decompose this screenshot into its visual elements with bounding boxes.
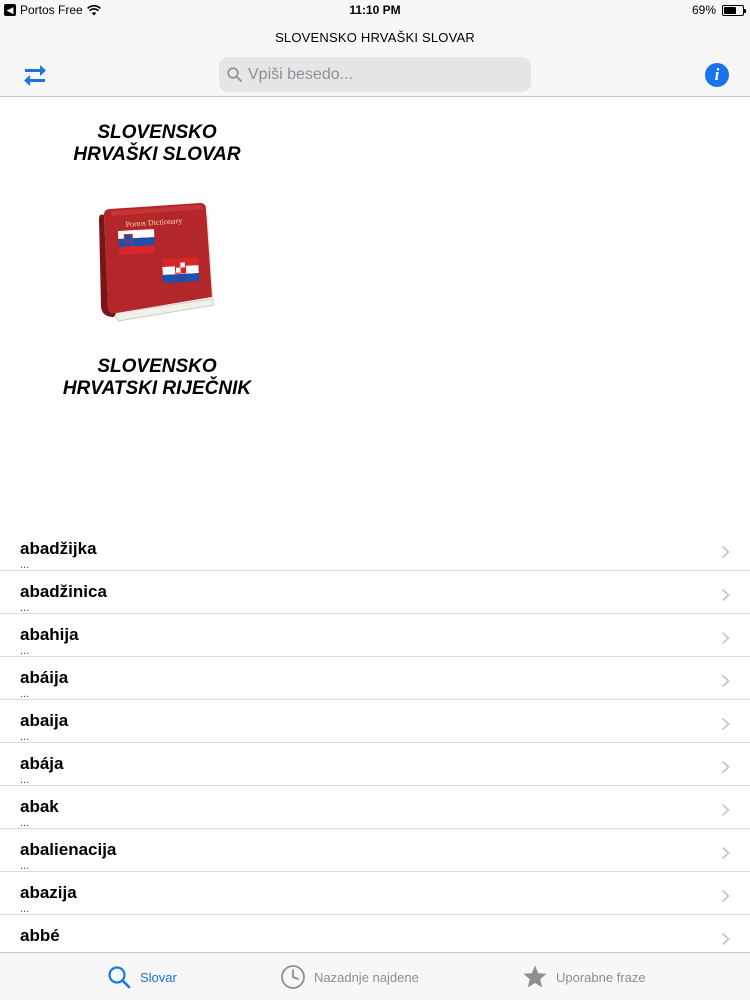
entry-term: abbé [20, 926, 60, 945]
clock-icon [281, 965, 305, 989]
entry-term: abalienacija [20, 840, 117, 859]
list-item[interactable]: abája... [0, 743, 750, 786]
entry-term: abája [20, 754, 64, 773]
chevron-right-icon [721, 846, 730, 860]
list-item[interactable]: abalienacija... [0, 829, 750, 872]
list-item[interactable]: abahija... [0, 614, 750, 657]
tab-nazadnje-najdene[interactable]: Nazadnje najdene [280, 953, 419, 1000]
chevron-right-icon [721, 803, 730, 817]
chevron-right-icon [721, 674, 730, 688]
banner: SLOVENSKO HRVAŠKI SLOVAR Portos Dictiona… [0, 98, 750, 528]
entry-term: abazija [20, 883, 77, 902]
status-right: 69% [691, 3, 746, 17]
status-bar: ◀ Portos Free 11:10 PM 69% [0, 0, 750, 22]
chevron-right-icon [721, 932, 730, 946]
list-item[interactable]: abadžijka... [0, 528, 750, 571]
search-input[interactable] [248, 65, 528, 84]
info-button[interactable]: i [705, 63, 729, 87]
entry-term: abaija [20, 711, 69, 730]
chevron-right-icon [721, 717, 730, 731]
nav-title: SLOVENSKO HRVAŠKI SLOVAR [275, 30, 475, 45]
battery-fill [724, 6, 737, 14]
tab-label: Slovar [140, 969, 177, 985]
navigation-bar: SLOVENSKO HRVAŠKI SLOVAR i [0, 22, 750, 97]
battery-percent: 69% [691, 3, 716, 17]
list-item[interactable]: abáija... [0, 657, 750, 700]
list-item[interactable]: abbé... [0, 915, 750, 952]
entry-preview: ... [20, 645, 30, 657]
entry-term: abahija [20, 625, 79, 644]
entry-preview: ... [20, 731, 30, 743]
chevron-right-icon [721, 889, 730, 903]
banner-title-slovenian: SLOVENSKO HRVAŠKI SLOVAR [73, 122, 241, 165]
search-bar[interactable] [219, 57, 531, 92]
entry-term: abak [20, 797, 59, 816]
star-icon [523, 965, 547, 988]
entry-preview: ... [20, 602, 30, 614]
list-item[interactable]: abaija... [0, 700, 750, 743]
status-time: 11:10 PM [349, 3, 401, 17]
banner-title-croatian: SLOVENSKO HRVATSKI RIJEČNIK [62, 356, 252, 399]
list-item[interactable]: abak... [0, 786, 750, 829]
chevron-right-icon [721, 588, 730, 602]
entry-term: abáija [20, 668, 69, 687]
list-item[interactable]: abazija... [0, 872, 750, 915]
tab-slovar[interactable]: Slovar [106, 953, 177, 1000]
search-icon [227, 67, 242, 82]
entry-preview: ... [20, 774, 30, 786]
tab-uporabne-fraze[interactable]: Uporabne fraze [522, 953, 646, 1000]
entry-preview: ... [20, 559, 30, 571]
entry-preview: ... [20, 688, 30, 700]
entry-term: abadžijka [20, 539, 97, 558]
search-icon [108, 966, 131, 989]
tab-label: Nazadnje najdene [314, 969, 419, 985]
dictionary-book-icon: Portos Dictionary [99, 203, 215, 322]
tab-bar: Slovar Nazadnje najdene Uporabne fraze [0, 952, 750, 1000]
swap-language-button[interactable] [22, 62, 48, 88]
chevron-right-icon [721, 631, 730, 645]
chevron-right-icon [721, 545, 730, 559]
entry-preview: ... [20, 817, 30, 829]
entry-preview: ... [20, 903, 30, 915]
swap-arrows-icon [24, 65, 46, 86]
entry-preview: ... [20, 860, 30, 872]
chevron-right-icon [721, 760, 730, 774]
tab-label: Uporabne fraze [556, 969, 646, 985]
entry-term: abadžinica [20, 582, 107, 601]
battery-icon [722, 4, 746, 16]
word-list[interactable]: abadžijka... abadžinica... abahija... abáij… [0, 528, 750, 952]
list-item[interactable]: abadžinica... [0, 571, 750, 614]
